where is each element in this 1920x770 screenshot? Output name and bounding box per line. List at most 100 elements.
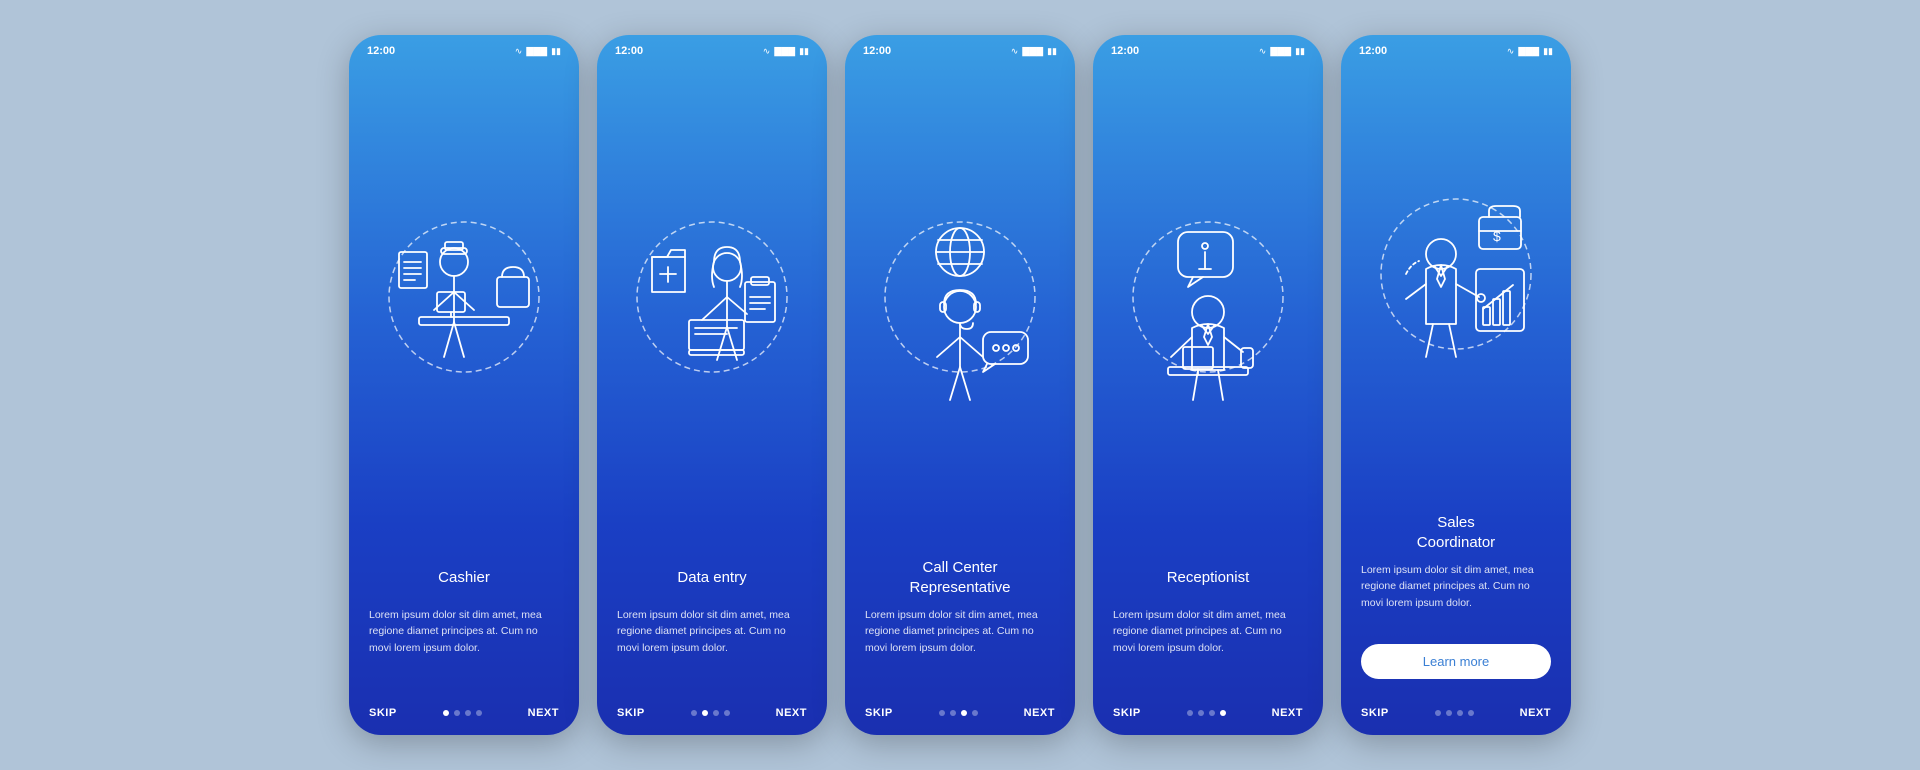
- skip-button-3[interactable]: SKIP: [865, 707, 893, 719]
- dot-2-1: [702, 710, 708, 716]
- signal-icon-4: ▇▇▇: [1270, 46, 1291, 57]
- status-time-2: 12:00: [615, 45, 643, 57]
- title-call-center: Call CenterRepresentative: [865, 558, 1055, 597]
- title-data-entry: Data entry: [617, 559, 807, 597]
- status-bar-4: 12:00 ∿ ▇▇▇ ▮▮: [1093, 35, 1323, 61]
- bottom-nav-4: SKIP NEXT: [1093, 699, 1323, 735]
- next-button-1[interactable]: NEXT: [528, 707, 559, 719]
- phone-cashier: 12:00 ∿ ▇▇▇ ▮▮: [349, 35, 579, 735]
- content-cashier: Cashier Lorem ipsum dolor sit dim amet, …: [349, 559, 579, 699]
- dot-1-3: [476, 710, 482, 716]
- next-button-4[interactable]: NEXT: [1272, 707, 1303, 719]
- dot-5-0: [1435, 710, 1441, 716]
- status-bar-3: 12:00 ∿ ▇▇▇ ▮▮: [845, 35, 1075, 61]
- bottom-nav-1: SKIP NEXT: [349, 699, 579, 735]
- status-bar-2: 12:00 ∿ ▇▇▇ ▮▮: [597, 35, 827, 61]
- dots-4: [1187, 710, 1226, 716]
- battery-icon-5: ▮▮: [1543, 46, 1553, 57]
- status-time-5: 12:00: [1359, 45, 1387, 57]
- dots-1: [443, 710, 482, 716]
- status-icons-1: ∿ ▇▇▇ ▮▮: [515, 46, 561, 57]
- dot-4-3: [1220, 710, 1226, 716]
- svg-sales-coordinator: $: [1361, 179, 1551, 399]
- title-cashier: Cashier: [369, 559, 559, 597]
- dot-2-3: [724, 710, 730, 716]
- body-cashier: Lorem ipsum dolor sit dim amet, mea regi…: [369, 607, 559, 679]
- wifi-icon-1: ∿: [515, 46, 523, 57]
- battery-icon-4: ▮▮: [1295, 46, 1305, 57]
- phone-sales-coordinator: 12:00 ∿ ▇▇▇ ▮▮ $: [1341, 35, 1571, 735]
- dot-3-1: [950, 710, 956, 716]
- phone-call-center: 12:00 ∿ ▇▇▇ ▮▮: [845, 35, 1075, 735]
- dot-1-1: [454, 710, 460, 716]
- dots-3: [939, 710, 978, 716]
- dot-2-2: [713, 710, 719, 716]
- content-data-entry: Data entry Lorem ipsum dolor sit dim ame…: [597, 559, 827, 699]
- illustration-call-center: [845, 65, 1075, 558]
- wifi-icon-3: ∿: [1011, 46, 1019, 57]
- body-receptionist: Lorem ipsum dolor sit dim amet, mea regi…: [1113, 607, 1303, 679]
- title-sales-coordinator: SalesCoordinator: [1361, 513, 1551, 552]
- dot-4-1: [1198, 710, 1204, 716]
- next-button-2[interactable]: NEXT: [776, 707, 807, 719]
- dot-5-2: [1457, 710, 1463, 716]
- illustration-data-entry: [597, 65, 827, 559]
- status-icons-4: ∿ ▇▇▇ ▮▮: [1259, 46, 1305, 57]
- svg-data-entry: [617, 202, 807, 422]
- svg-cashier: [369, 202, 559, 422]
- status-icons-5: ∿ ▇▇▇ ▮▮: [1507, 46, 1553, 57]
- body-call-center: Lorem ipsum dolor sit dim amet, mea regi…: [865, 607, 1055, 679]
- phones-container: 12:00 ∿ ▇▇▇ ▮▮: [349, 35, 1571, 735]
- wifi-icon-2: ∿: [763, 46, 771, 57]
- dots-5: [1435, 710, 1474, 716]
- phone-receptionist: 12:00 ∿ ▇▇▇ ▮▮: [1093, 35, 1323, 735]
- wifi-icon-5: ∿: [1507, 46, 1515, 57]
- learn-more-button[interactable]: Learn more: [1361, 644, 1551, 679]
- status-icons-3: ∿ ▇▇▇ ▮▮: [1011, 46, 1057, 57]
- title-receptionist: Receptionist: [1113, 559, 1303, 597]
- dot-2-0: [691, 710, 697, 716]
- dot-1-0: [443, 710, 449, 716]
- skip-button-2[interactable]: SKIP: [617, 707, 645, 719]
- svg-call-center: [865, 202, 1055, 422]
- signal-icon-2: ▇▇▇: [774, 46, 795, 57]
- svg-receptionist: [1113, 202, 1303, 422]
- dots-2: [691, 710, 730, 716]
- battery-icon-1: ▮▮: [551, 46, 561, 57]
- status-time-3: 12:00: [863, 45, 891, 57]
- battery-icon-2: ▮▮: [799, 46, 809, 57]
- dot-1-2: [465, 710, 471, 716]
- status-time-4: 12:00: [1111, 45, 1139, 57]
- dot-4-2: [1209, 710, 1215, 716]
- content-call-center: Call CenterRepresentative Lorem ipsum do…: [845, 558, 1075, 699]
- signal-icon-5: ▇▇▇: [1518, 46, 1539, 57]
- wifi-icon-4: ∿: [1259, 46, 1267, 57]
- bottom-nav-2: SKIP NEXT: [597, 699, 827, 735]
- status-bar-1: 12:00 ∿ ▇▇▇ ▮▮: [349, 35, 579, 61]
- dot-5-1: [1446, 710, 1452, 716]
- dot-3-3: [972, 710, 978, 716]
- body-sales-coordinator: Lorem ipsum dolor sit dim amet, mea regi…: [1361, 562, 1551, 634]
- illustration-receptionist: [1093, 65, 1323, 559]
- dot-5-3: [1468, 710, 1474, 716]
- illustration-sales-coordinator: $: [1341, 65, 1571, 513]
- next-button-3[interactable]: NEXT: [1024, 707, 1055, 719]
- skip-button-1[interactable]: SKIP: [369, 707, 397, 719]
- dot-4-0: [1187, 710, 1193, 716]
- illustration-cashier: [349, 65, 579, 559]
- content-receptionist: Receptionist Lorem ipsum dolor sit dim a…: [1093, 559, 1323, 699]
- phone-data-entry: 12:00 ∿ ▇▇▇ ▮▮: [597, 35, 827, 735]
- battery-icon-3: ▮▮: [1047, 46, 1057, 57]
- bottom-nav-3: SKIP NEXT: [845, 699, 1075, 735]
- dot-3-2: [961, 710, 967, 716]
- status-time-1: 12:00: [367, 45, 395, 57]
- status-bar-5: 12:00 ∿ ▇▇▇ ▮▮: [1341, 35, 1571, 61]
- signal-icon-3: ▇▇▇: [1022, 46, 1043, 57]
- skip-button-5[interactable]: SKIP: [1361, 707, 1389, 719]
- next-button-5[interactable]: NEXT: [1520, 707, 1551, 719]
- bottom-nav-5: SKIP NEXT: [1341, 699, 1571, 735]
- body-data-entry: Lorem ipsum dolor sit dim amet, mea regi…: [617, 607, 807, 679]
- dot-3-0: [939, 710, 945, 716]
- content-sales-coordinator: SalesCoordinator Lorem ipsum dolor sit d…: [1341, 513, 1571, 699]
- skip-button-4[interactable]: SKIP: [1113, 707, 1141, 719]
